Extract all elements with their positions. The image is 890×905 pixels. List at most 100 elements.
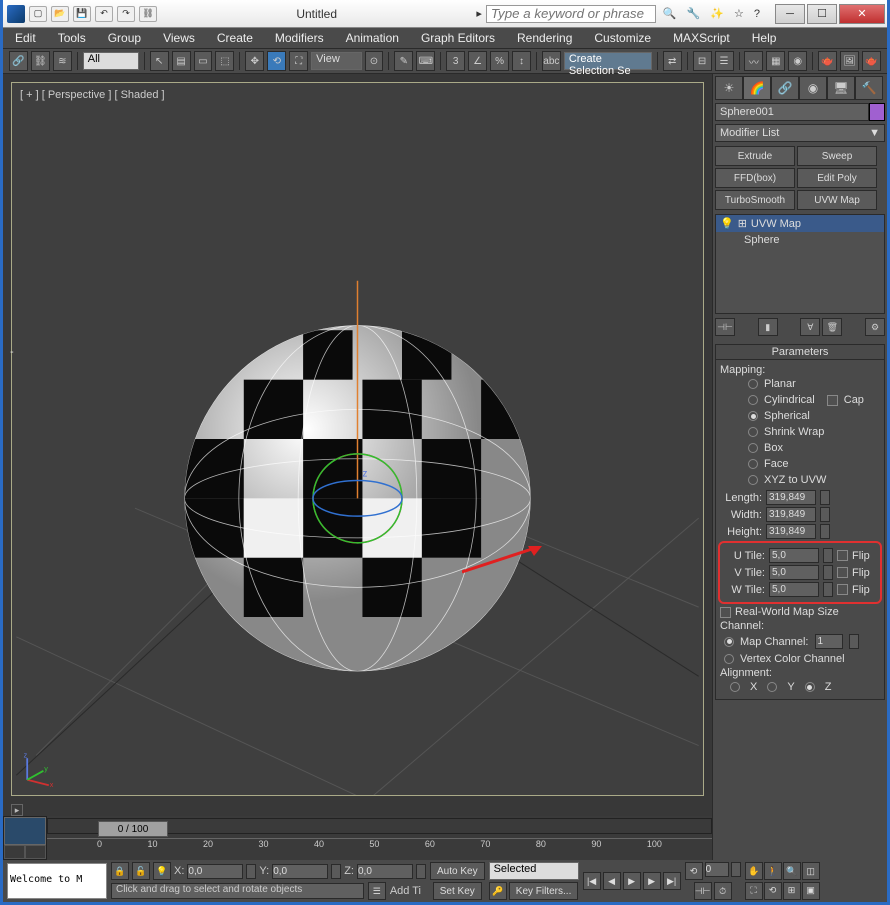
mod-btn-sweep[interactable]: Sweep <box>797 146 877 166</box>
lock2-icon[interactable]: 🔓 <box>132 862 150 880</box>
render-icon[interactable]: 🫖 <box>862 51 881 71</box>
configure-sets-icon[interactable]: ⚙ <box>865 318 885 336</box>
coord-y[interactable] <box>272 864 328 879</box>
height-input[interactable] <box>766 524 816 539</box>
close-button[interactable]: ✕ <box>839 4 885 24</box>
mapping-box[interactable]: Box <box>720 440 880 456</box>
tab-display[interactable]: 🖥 <box>827 76 855 100</box>
zoom-icon[interactable]: 🔍 <box>783 862 801 880</box>
coord-z[interactable] <box>357 864 413 879</box>
menu-group[interactable]: Group <box>108 31 141 45</box>
render-setup-icon[interactable]: 🫖 <box>818 51 837 71</box>
wtile-spinner[interactable] <box>823 582 833 597</box>
named-selection[interactable]: Create Selection Se <box>564 52 652 70</box>
parameters-rollout-header[interactable]: -Parameters <box>715 344 885 360</box>
prev-frame-icon[interactable]: ◀ <box>603 872 621 890</box>
stack-uvwmap[interactable]: 💡⊞UVW Map <box>716 215 884 232</box>
region-icon[interactable]: ▣ <box>802 882 820 900</box>
pan-icon[interactable]: ✋ <box>745 862 763 880</box>
mapping-xyztouvw[interactable]: XYZ to UVW <box>720 472 880 488</box>
uflip-checkbox[interactable] <box>837 550 848 561</box>
realworld-checkbox[interactable] <box>720 607 731 618</box>
star-icon[interactable]: ☆ <box>734 7 744 20</box>
coord-x[interactable] <box>187 864 243 879</box>
map-channel-spinner[interactable] <box>849 634 859 649</box>
align-icon[interactable]: ⊟ <box>693 51 712 71</box>
maximize-vp-icon[interactable]: ⊞ <box>783 882 801 900</box>
mod-btn-turbosmooth[interactable]: TurboSmooth <box>715 190 795 210</box>
keymode-icon[interactable]: 🔑 <box>489 882 507 900</box>
mapping-cylindrical[interactable]: CylindricalCap <box>720 392 880 408</box>
time-config-icon[interactable] <box>4 817 46 845</box>
play-icon[interactable]: ▶ <box>623 872 641 890</box>
search-input[interactable] <box>486 5 656 23</box>
new-file-icon[interactable]: ▢ <box>29 6 47 22</box>
layers-icon[interactable]: ☰ <box>715 51 734 71</box>
cap-checkbox[interactable] <box>827 395 838 406</box>
modifier-list-dropdown[interactable]: Modifier List▼ <box>715 124 885 142</box>
pivot-icon[interactable]: ⊙ <box>365 51 384 71</box>
edit-named-sel-icon[interactable]: abc <box>542 51 561 71</box>
select-name-icon[interactable]: ▤ <box>172 51 191 71</box>
manipulate-icon[interactable]: ✎ <box>394 51 413 71</box>
axis-x-radio[interactable] <box>730 682 740 692</box>
length-spinner[interactable] <box>820 490 830 505</box>
tab-hierarchy[interactable]: 🔗 <box>771 76 799 100</box>
select-rect-icon[interactable]: ▭ <box>194 51 213 71</box>
map-channel-radio[interactable]: Map Channel: <box>720 632 880 651</box>
wflip-checkbox[interactable] <box>837 584 848 595</box>
mirror-icon[interactable]: ⇄ <box>663 51 682 71</box>
menu-create[interactable]: Create <box>217 31 253 45</box>
link-icon[interactable]: ⛓ <box>139 6 157 22</box>
angle-snap-icon[interactable]: ∠ <box>468 51 487 71</box>
show-end-result-icon[interactable]: ▮ <box>758 318 778 336</box>
isolate-icon[interactable]: 💡 <box>153 862 171 880</box>
spinner-snap-icon[interactable]: ↕ <box>512 51 531 71</box>
fov-icon[interactable]: ◫ <box>802 862 820 880</box>
tab-motion[interactable]: ◉ <box>799 76 827 100</box>
time-config-icon[interactable]: ⏱ <box>714 882 732 900</box>
percent-snap-icon[interactable]: % <box>490 51 509 71</box>
link-tool-icon[interactable]: 🔗 <box>9 51 28 71</box>
schematic-icon[interactable]: ▦ <box>766 51 785 71</box>
menu-rendering[interactable]: Rendering <box>517 31 572 45</box>
menu-help[interactable]: Help <box>752 31 777 45</box>
mod-btn-editpoly[interactable]: Edit Poly <box>797 168 877 188</box>
add-time-tag[interactable]: Add Ti <box>390 885 421 897</box>
object-name-input[interactable] <box>715 103 869 121</box>
axis-y-radio[interactable] <box>767 682 777 692</box>
vtile-spinner[interactable] <box>823 565 833 580</box>
keyboard-icon[interactable]: ⌨ <box>416 51 435 71</box>
utile-input[interactable] <box>769 548 819 563</box>
maxscript-listener[interactable]: Welcome to M <box>7 863 107 899</box>
mod-btn-ffdbox[interactable]: FFD(box) <box>715 168 795 188</box>
snap-icon[interactable]: 3 <box>446 51 465 71</box>
axis-z-radio[interactable] <box>805 682 815 692</box>
unlink-tool-icon[interactable]: ⛓ <box>31 51 50 71</box>
modifier-stack[interactable]: 💡⊞UVW Map Sphere <box>715 214 885 314</box>
selection-filter[interactable]: All <box>83 52 139 70</box>
height-spinner[interactable] <box>820 524 830 539</box>
curve-editor-icon[interactable]: 〰 <box>744 51 763 71</box>
zoomext-icon[interactable]: ⛶ <box>745 882 763 900</box>
menu-customize[interactable]: Customize <box>594 31 651 45</box>
undo-icon[interactable]: ↶ <box>95 6 113 22</box>
tab-modify[interactable]: 🌈 <box>743 76 771 100</box>
timeline-ruler[interactable]: 0102030405060708090100 <box>47 838 712 854</box>
make-unique-icon[interactable]: ∀ <box>800 318 820 336</box>
next-frame-icon[interactable]: ▶ <box>643 872 661 890</box>
vflip-checkbox[interactable] <box>837 567 848 578</box>
expand-track-icon[interactable]: ▸ <box>11 804 23 816</box>
save-file-icon[interactable]: 💾 <box>73 6 91 22</box>
script-icon[interactable]: ☰ <box>368 882 386 900</box>
mod-btn-uvwmap[interactable]: UVW Map <box>797 190 877 210</box>
menu-edit[interactable]: Edit <box>15 31 36 45</box>
open-file-icon[interactable]: 📂 <box>51 6 69 22</box>
wtile-input[interactable] <box>769 582 819 597</box>
goto-end-icon[interactable]: ▶| <box>663 872 681 890</box>
track-edit-icon[interactable] <box>25 845 46 859</box>
setkey-button[interactable]: Set Key <box>433 882 482 900</box>
mapping-spherical[interactable]: Spherical <box>720 408 880 424</box>
stack-sphere[interactable]: Sphere <box>716 232 884 248</box>
orbit-icon[interactable]: ⟲ <box>764 882 782 900</box>
